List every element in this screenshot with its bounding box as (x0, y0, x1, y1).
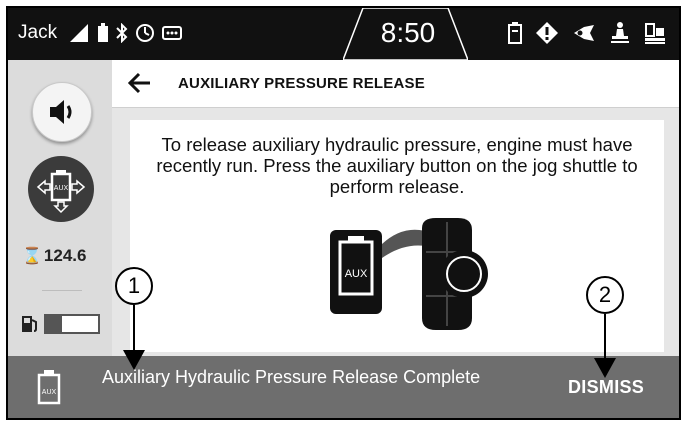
callout-1-line (133, 305, 135, 353)
sound-button[interactable] (32, 82, 92, 142)
aux-complete-icon: AUX (37, 370, 61, 405)
jog-shuttle-illustration: AUX (330, 218, 488, 330)
status-icons-right (508, 20, 666, 46)
sidebar: AUX ⌛ 124.6 (8, 60, 112, 356)
callout-2: 2 (586, 276, 624, 314)
clock: 8:50 (380, 17, 436, 48)
status-bar: Jack 8:50 (8, 8, 679, 60)
notification-message: Auxiliary Hydraulic Pressure Release Com… (102, 367, 481, 387)
callout-1: 1 (115, 267, 153, 305)
callout-2-arrowhead (594, 358, 616, 378)
status-icons-left (68, 20, 182, 46)
instruction-text: To release auxiliary hydraulic pressure,… (156, 134, 638, 197)
svg-text:AUX: AUX (54, 185, 69, 192)
hourglass-icon: ⌛ (22, 248, 42, 265)
callout-1-arrowhead (123, 350, 145, 370)
toast-aux-label: AUX (42, 389, 57, 396)
battery-icon (98, 23, 108, 42)
fuel-pump-icon (22, 316, 37, 332)
signal-icon (70, 24, 88, 42)
gauge-icon (136, 24, 154, 42)
aux-status-icon (508, 22, 522, 44)
completion-notification: AUX Auxiliary Hydraulic Pressure Release… (8, 356, 679, 418)
fuel-level-fill (46, 316, 62, 332)
operator-seat-icon (611, 22, 629, 43)
machine-icon (645, 23, 665, 44)
display-screen: Jack 8:50 AUX ⌛ 124.6 AUXILIARY PRESSURE… (6, 6, 681, 420)
user-name: Jack (18, 22, 58, 43)
sidebar-divider (42, 290, 82, 291)
back-arrow-icon[interactable] (126, 71, 152, 95)
aux-hydraulic-button[interactable]: AUX (28, 156, 94, 222)
engine-hours-value: 124.6 (43, 246, 87, 265)
page-title: AUXILIARY PRESSURE RELEASE (178, 75, 425, 92)
dismiss-button[interactable]: DISMISS (568, 377, 644, 398)
fuel-level-bar (44, 314, 100, 334)
engine-hours: ⌛ 124.6 (22, 246, 86, 266)
warning-diamond-icon (536, 22, 558, 44)
more-icon[interactable] (162, 26, 182, 40)
instruction-card: To release auxiliary hydraulic pressure,… (130, 120, 664, 352)
speaker-icon (50, 100, 72, 124)
pedal-icon (574, 25, 594, 41)
callout-2-line (604, 314, 606, 360)
page-header: AUXILIARY PRESSURE RELEASE (112, 60, 679, 108)
aux-hydraulic-icon: AUX (36, 170, 86, 214)
illustration-aux-label: AUX (345, 268, 368, 280)
bluetooth-icon (116, 23, 128, 43)
